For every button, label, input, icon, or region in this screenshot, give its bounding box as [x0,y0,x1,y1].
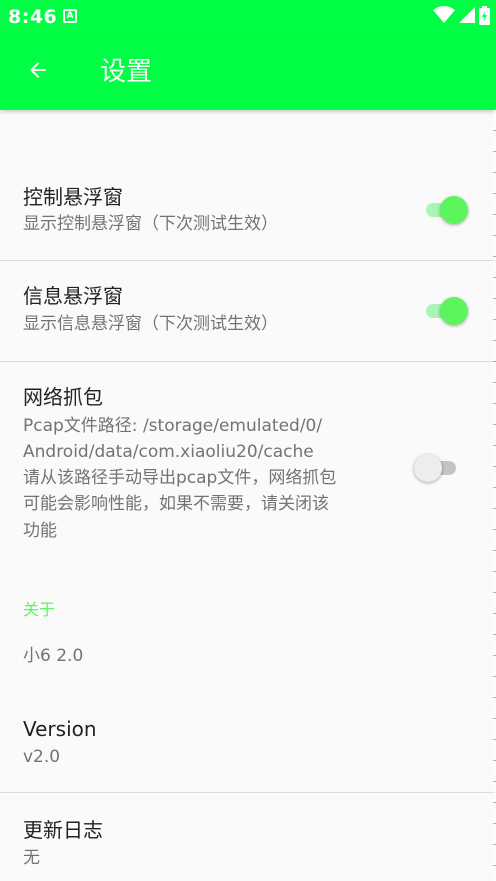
control-float-switch[interactable] [420,196,468,224]
pref-summary-line: Pcap文件路径: /storage/emulated/0/ [23,416,323,436]
pref-summary: 显示信息悬浮窗（下次测试生效） [23,314,278,334]
notification-icon: A [63,9,77,23]
category-about: 关于 [23,600,56,619]
battery-icon [479,5,490,29]
pref-summary-line: Android/data/com.xiaoliu20/cache [23,442,314,462]
pref-summary-line: 功能 [23,521,57,541]
pref-summary: 显示控制悬浮窗（下次测试生效） [23,214,278,234]
wifi-icon [433,6,455,28]
pref-summary-line: 可能会影响性能，如果不需要，请关闭该 [23,494,329,514]
switch-thumb [440,196,468,224]
pref-version[interactable]: Version v2.0 [0,691,496,791]
pref-app-name: 小6 2.0 [0,630,496,690]
pref-summary-line: 请从该路径手动导出pcap文件，网络抓包 [23,468,337,488]
app-name-text: 小6 2.0 [23,646,84,666]
switch-thumb [414,454,442,482]
pref-packet-capture[interactable]: 网络抓包 Pcap文件路径: /storage/emulated/0/ Andr… [0,362,496,562]
switch-thumb [440,297,468,325]
status-time: 8:46 [8,6,58,28]
pref-summary: v2.0 [23,747,61,767]
settings-list: 控制悬浮窗 显示控制悬浮窗（下次测试生效） 信息悬浮窗 显示信息悬浮窗（下次测试… [0,110,496,881]
pref-title: 更新日志 [23,818,103,842]
back-button[interactable] [18,52,58,92]
pref-summary: 无 [23,848,40,868]
status-bar: 8:46 A [0,0,496,34]
arrow-left-icon [26,58,50,86]
packet-capture-switch[interactable] [414,454,456,482]
status-icons [433,5,490,29]
pref-title: 信息悬浮窗 [23,284,123,308]
pref-changelog[interactable]: 更新日志 无 [0,793,496,881]
info-float-switch[interactable] [420,297,468,325]
pref-control-float[interactable]: 控制悬浮窗 显示控制悬浮窗（下次测试生效） [0,170,496,260]
app-bar: 设置 [0,34,496,110]
pref-info-float[interactable]: 信息悬浮窗 显示信息悬浮窗（下次测试生效） [0,261,496,361]
pref-title: 网络抓包 [23,385,103,409]
signal-icon [459,7,475,27]
pref-title: Version [23,717,97,741]
page-title: 设置 [100,57,153,87]
pref-title: 控制悬浮窗 [23,185,123,209]
